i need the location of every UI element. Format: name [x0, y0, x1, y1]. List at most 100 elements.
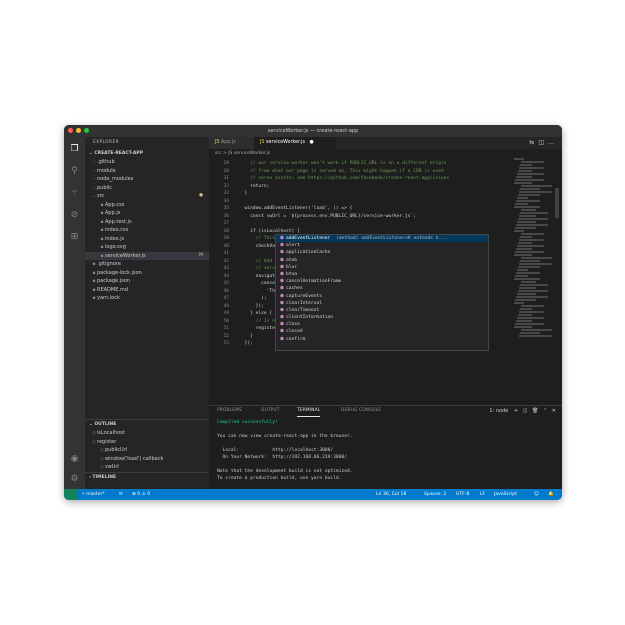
- dirty-dot-icon[interactable]: ●: [310, 140, 314, 145]
- end-of-line[interactable]: LF: [480, 489, 485, 500]
- file-tree-label: package-lock.json: [97, 269, 142, 276]
- file-tree-item[interactable]: ▪README.md: [85, 286, 209, 295]
- file-tree-item[interactable]: ⌄src ●: [85, 192, 209, 201]
- tab-service-worker-js[interactable]: JS serviceWorker.js ●: [254, 137, 337, 149]
- notifications-bell-icon[interactable]: 🔔: [548, 489, 554, 500]
- suggestion-item[interactable]: ⬢ captureEvents: [276, 293, 488, 300]
- scrollbar-thumb[interactable]: [555, 188, 559, 218]
- file-tree-item[interactable]: ▪yarn.lock: [85, 294, 209, 303]
- maximize-panel-icon[interactable]: ⌃: [543, 408, 547, 414]
- suggestion-item[interactable]: ⬢ caches: [276, 285, 488, 292]
- terminal-select[interactable]: 1: node: [489, 408, 508, 414]
- suggestion-item[interactable]: ⬢ cancelAnimationFrame: [276, 278, 488, 285]
- minimap-line: [515, 227, 536, 229]
- file-tree-item[interactable]: ▪App.js: [85, 209, 209, 218]
- tab-problems[interactable]: PROBLEMS: [217, 406, 242, 416]
- account-icon[interactable]: ◉: [68, 453, 81, 466]
- terminal-output[interactable]: Compiled successfully! You can now view c…: [217, 419, 557, 496]
- extensions-icon[interactable]: ⊞: [68, 231, 81, 244]
- file-tree-item[interactable]: ▪index.css: [85, 226, 209, 235]
- minimize-window-button[interactable]: [76, 128, 81, 133]
- breadcrumb[interactable]: src > JS serviceWorker.js: [209, 149, 562, 158]
- minimap-line: [520, 164, 532, 166]
- suggestion-item[interactable]: ⬢ applicationCache: [276, 249, 488, 256]
- split-terminal-icon[interactable]: ◫: [523, 408, 528, 414]
- file-tree-item[interactable]: › .github: [85, 158, 209, 167]
- suggestion-item[interactable]: ⬢ blur: [276, 264, 488, 271]
- file-tree-item[interactable]: › module: [85, 167, 209, 176]
- file-tree-item[interactable]: ▪package.json: [85, 277, 209, 286]
- more-actions-icon[interactable]: …: [548, 139, 558, 146]
- file-tree-item[interactable]: ▪logo.svg: [85, 243, 209, 252]
- zoom-window-button[interactable]: [84, 128, 89, 133]
- suggestion-item[interactable]: ⬢ btoa: [276, 271, 488, 278]
- problems-indicator[interactable]: ⊗ 0 ⚠ 0: [132, 489, 150, 500]
- suggestion-widget[interactable]: ⬢ addEventListener (method) addEventListen…: [275, 234, 489, 351]
- file-tree-label: App.css: [105, 201, 125, 208]
- file-tree-item[interactable]: ▪.gitignore: [85, 260, 209, 269]
- code-text: // our service worker won't work if PUBL…: [239, 161, 447, 166]
- outline-item[interactable]: ◇window('load') callback: [85, 455, 209, 464]
- code-line: 32 return;: [209, 183, 509, 191]
- suggestion-item[interactable]: ⬢ addEventListener (method) addEventListen…: [276, 235, 488, 243]
- minimap-line: [514, 254, 532, 256]
- compare-icon[interactable]: ⇆: [529, 139, 538, 146]
- settings-gear-icon[interactable]: ⚙: [68, 473, 81, 486]
- tab-terminal[interactable]: TERMINAL: [297, 406, 321, 417]
- feedback-icon[interactable]: ☺: [534, 489, 539, 500]
- split-editor-icon[interactable]: ◫: [538, 139, 548, 146]
- close-window-button[interactable]: [68, 128, 73, 133]
- branch-indicator[interactable]: ⑂ master*: [82, 489, 105, 500]
- suggestion-item[interactable]: ⬢ closed: [276, 328, 488, 335]
- minimap[interactable]: [512, 158, 552, 338]
- trash-icon[interactable]: 🗑: [532, 408, 538, 414]
- close-panel-icon[interactable]: ✕: [552, 408, 556, 414]
- outline-tree: ◇isLocalhost ◇register ◇publicUrl ◇window('…: [85, 429, 209, 472]
- window-title: serviceWorker.js — create-react-app: [267, 128, 359, 134]
- source-control-icon[interactable]: ⑂: [68, 187, 81, 200]
- search-icon[interactable]: ⚲: [68, 165, 81, 178]
- timeline-header[interactable]: › TIMELINE: [85, 471, 209, 482]
- debug-icon[interactable]: ⊘: [68, 209, 81, 222]
- indentation[interactable]: Spaces: 2: [424, 489, 446, 500]
- code-line: 29 // our service worker won't work if P…: [209, 160, 509, 168]
- outline-item[interactable]: ◇publicUrl: [85, 446, 209, 455]
- suggestion-label: close: [286, 322, 300, 328]
- outline-header[interactable]: ⌄ OUTLINE: [85, 419, 209, 429]
- minimap-line: [519, 167, 544, 169]
- cursor-position[interactable]: Ln 36, Col 18: [376, 489, 406, 500]
- suggestion-item[interactable]: ⬢ confirm: [276, 336, 488, 343]
- explorer-icon[interactable]: ❐: [68, 143, 81, 156]
- project-section-header[interactable]: ⌄ CREATE-REACT-APP: [85, 149, 209, 158]
- suggestion-item[interactable]: ⬢ alert: [276, 242, 488, 249]
- file-tree-item[interactable]: ▪App.css: [85, 201, 209, 210]
- suggestion-item[interactable]: ⬢ clientInformation: [276, 314, 488, 321]
- suggestion-item[interactable]: ⬢ atob: [276, 257, 488, 264]
- tab-debug-console[interactable]: DEBUG CONSOLE: [341, 406, 381, 416]
- encoding[interactable]: UTF-8: [456, 489, 469, 500]
- add-terminal-icon[interactable]: +: [514, 408, 518, 414]
- line-number: 32: [223, 183, 229, 189]
- file-tree-item[interactable]: › node_modules: [85, 175, 209, 184]
- tab-output[interactable]: OUTPUT: [261, 406, 280, 416]
- language-mode[interactable]: JavaScript: [494, 489, 517, 500]
- activity-bar: ❐ ⚲ ⑂ ⊘ ⊞ ◉ ⚙: [64, 137, 85, 489]
- outline-label: publicUrl: [105, 447, 128, 453]
- file-tree-item[interactable]: ▪App.test.js: [85, 218, 209, 227]
- file-tree-item[interactable]: › public: [85, 184, 209, 193]
- file-tree-item[interactable]: ▪package-lock.json: [85, 269, 209, 278]
- suggestion-item[interactable]: ⬢ clearInterval: [276, 300, 488, 307]
- suggestion-label: applicationCache: [286, 250, 331, 256]
- editor-scrollbar[interactable]: [554, 158, 560, 405]
- outline-item[interactable]: ◇swUrl: [85, 463, 209, 472]
- suggestion-item[interactable]: ⬢ clearTimeout: [276, 307, 488, 314]
- sync-icon[interactable]: ⟳: [119, 489, 123, 500]
- suggestion-item[interactable]: ⬢ close: [276, 321, 488, 328]
- outline-item[interactable]: ◇isLocalhost: [85, 429, 209, 438]
- remote-indicator[interactable]: [64, 489, 78, 500]
- file-tree-item[interactable]: ▪index.js: [85, 235, 209, 244]
- minimap-line: [517, 197, 528, 199]
- suggestion-label: caches: [286, 286, 303, 292]
- outline-item[interactable]: ◇register: [85, 438, 209, 447]
- file-tree-item[interactable]: ▪serviceWorker.js M: [85, 251, 209, 260]
